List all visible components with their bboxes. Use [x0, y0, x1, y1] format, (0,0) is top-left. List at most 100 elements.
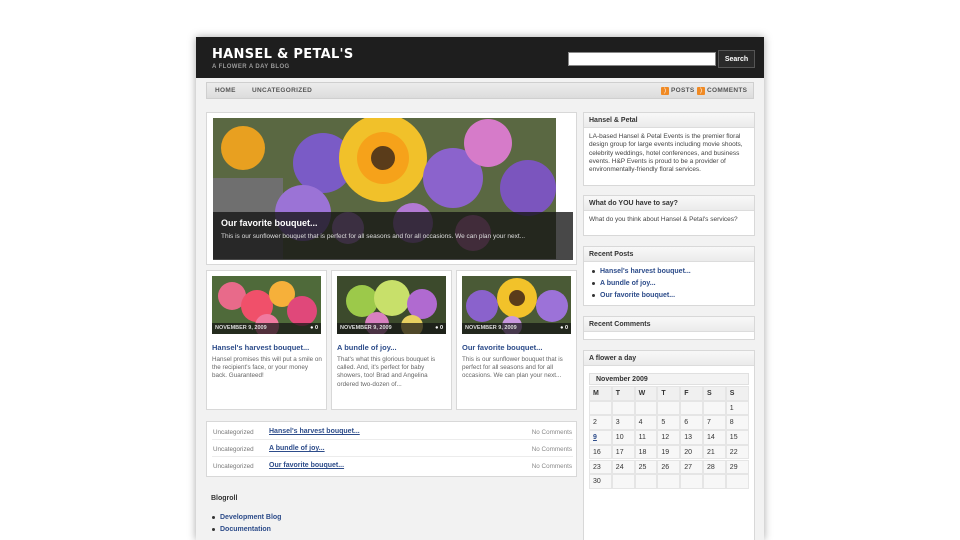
post-meta-bar: NOVEMBER 9, 2009 ● 0	[212, 323, 321, 334]
calendar-day	[703, 400, 726, 416]
calendar-day: 7	[703, 415, 726, 431]
post-comment-count[interactable]: No Comments	[532, 429, 572, 436]
post-meta-bar: NOVEMBER 9, 2009 ● 0	[337, 323, 446, 334]
calendar-day: 20	[680, 444, 703, 460]
calendar-day	[611, 400, 635, 416]
calendar-day: 8	[725, 415, 749, 431]
recent-posts-widget: Recent Posts Hansel's harvest bouquet...…	[583, 246, 755, 306]
calendar-day	[634, 400, 658, 416]
calendar-day: 14	[703, 430, 726, 445]
post-title-link[interactable]: Hansel's harvest bouquet...	[212, 343, 309, 352]
about-widget: Hansel & Petal LA-based Hansel & Petal E…	[583, 112, 755, 186]
calendar-day: 12	[657, 430, 681, 445]
post-thumbnail-image[interactable]: NOVEMBER 9, 2009 ● 0	[462, 276, 571, 334]
calendar-day	[703, 474, 726, 489]
recent-comments-widget: Recent Comments	[583, 316, 755, 340]
comment-count[interactable]: ● 0	[310, 325, 318, 331]
calendar-day-header: S	[703, 386, 726, 401]
post-thumbnail-image[interactable]: NOVEMBER 9, 2009 ● 0	[212, 276, 321, 334]
post-category[interactable]: Uncategorized	[213, 429, 254, 436]
calendar-day	[725, 474, 749, 489]
post-thumbnails: NOVEMBER 9, 2009 ● 0 Hansel's harvest bo…	[206, 270, 577, 410]
featured-title[interactable]: Our favorite bouquet...	[221, 218, 318, 228]
widget-title: What do YOU have to say?	[584, 196, 754, 211]
page-container: HANSEL & PETAL'S A FLOWER A DAY BLOG Sea…	[196, 37, 764, 540]
post-list-row: Uncategorized Our favorite bouquet... No…	[212, 458, 573, 474]
post-title-link[interactable]: Our favorite bouquet...	[462, 343, 542, 352]
nav-feed-comments[interactable]: COMMENTS	[707, 87, 747, 94]
calendar-day-header: F	[680, 386, 703, 401]
calendar-day: 28	[703, 459, 726, 475]
recent-post-link[interactable]: Hansel's harvest bouquet...	[592, 268, 691, 275]
post-category[interactable]: Uncategorized	[213, 463, 254, 470]
post-title-link[interactable]: A bundle of joy...	[337, 343, 397, 352]
post-list-row: Uncategorized Hansel's harvest bouquet..…	[212, 424, 573, 440]
bullet-icon	[592, 293, 595, 297]
post-card: NOVEMBER 9, 2009 ● 0 Hansel's harvest bo…	[206, 270, 327, 410]
calendar-day-link-text[interactable]: 9	[593, 434, 597, 441]
rss-icon: )	[661, 87, 669, 95]
blogroll-link[interactable]: Development Blog	[212, 514, 281, 521]
nav-item-uncategorized[interactable]: UNCATEGORIZED	[252, 87, 312, 94]
site-title[interactable]: HANSEL & PETAL'S	[212, 47, 354, 62]
search-input[interactable]	[568, 52, 716, 66]
calendar-widget: A flower a day November 2009 MTWTFSS1234…	[583, 350, 755, 540]
calendar-day-header: T	[611, 386, 635, 401]
post-comment-count[interactable]: No Comments	[532, 446, 572, 453]
nav-feed-posts[interactable]: POSTS	[671, 87, 695, 94]
calendar-caption: November 2009	[589, 373, 749, 385]
bullet-icon	[592, 281, 595, 285]
calendar-day	[680, 474, 703, 489]
post-excerpt: This is our sunflower bouquet that is pe…	[462, 356, 563, 380]
calendar-day-header: W	[634, 386, 658, 401]
calendar-day: 24	[611, 459, 635, 475]
calendar-day	[657, 400, 681, 416]
calendar-day-header: M	[589, 386, 612, 401]
post-comment-count[interactable]: No Comments	[532, 463, 572, 470]
calendar-day: 1	[725, 400, 749, 416]
calendar-day: 18	[634, 444, 658, 460]
bullet-icon	[212, 515, 215, 519]
calendar-day	[657, 474, 681, 489]
featured-caption: Our favorite bouquet... This is our sunf…	[213, 212, 573, 260]
calendar-day: 13	[680, 430, 703, 445]
nav-item-home[interactable]: HOME	[215, 87, 236, 94]
calendar-day: 29	[725, 459, 749, 475]
calendar-day-link[interactable]: 9	[589, 430, 612, 445]
calendar-day: 21	[703, 444, 726, 460]
calendar-day: 16	[589, 444, 612, 460]
widget-title: A flower a day	[584, 351, 754, 366]
post-date: NOVEMBER 9, 2009	[465, 325, 517, 331]
say-widget: What do YOU have to say? What do you thi…	[583, 195, 755, 236]
comment-count[interactable]: ● 0	[435, 325, 443, 331]
recent-post-link[interactable]: Our favorite bouquet...	[592, 292, 675, 299]
calendar-day	[680, 400, 703, 416]
main-nav: HOME UNCATEGORIZED ) POSTS ) COMMENTS	[206, 82, 754, 99]
comment-count[interactable]: ● 0	[560, 325, 568, 331]
post-title-link[interactable]: Hansel's harvest bouquet...	[269, 428, 360, 435]
calendar-day: 25	[634, 459, 658, 475]
widget-title: Recent Posts	[584, 247, 754, 262]
calendar-day-header: T	[657, 386, 681, 401]
calendar-day: 30	[589, 474, 612, 489]
rss-icon: )	[697, 87, 705, 95]
widget-title: Hansel & Petal	[584, 113, 754, 128]
calendar-day: 22	[725, 444, 749, 460]
site-tagline: A FLOWER A DAY BLOG	[212, 64, 290, 70]
post-title-link[interactable]: A bundle of joy...	[269, 445, 325, 452]
blogroll-link[interactable]: Documentation	[212, 526, 271, 533]
post-excerpt: That's what this glorious bouquet is cal…	[337, 356, 436, 388]
search-button[interactable]: Search	[718, 50, 755, 68]
post-thumbnail-image[interactable]: NOVEMBER 9, 2009 ● 0	[337, 276, 446, 334]
widget-title: Recent Comments	[584, 317, 754, 332]
post-list: Uncategorized Hansel's harvest bouquet..…	[206, 421, 577, 477]
featured-excerpt: This is our sunflower bouquet that is pe…	[221, 233, 526, 240]
calendar-day: 6	[680, 415, 703, 431]
post-category[interactable]: Uncategorized	[213, 446, 254, 453]
calendar-day: 19	[657, 444, 681, 460]
bullet-icon	[212, 527, 215, 531]
post-title-link[interactable]: Our favorite bouquet...	[269, 462, 344, 469]
recent-post-link[interactable]: A bundle of joy...	[592, 280, 656, 287]
calendar-day: 17	[611, 444, 635, 460]
calendar-day: 4	[634, 415, 658, 431]
